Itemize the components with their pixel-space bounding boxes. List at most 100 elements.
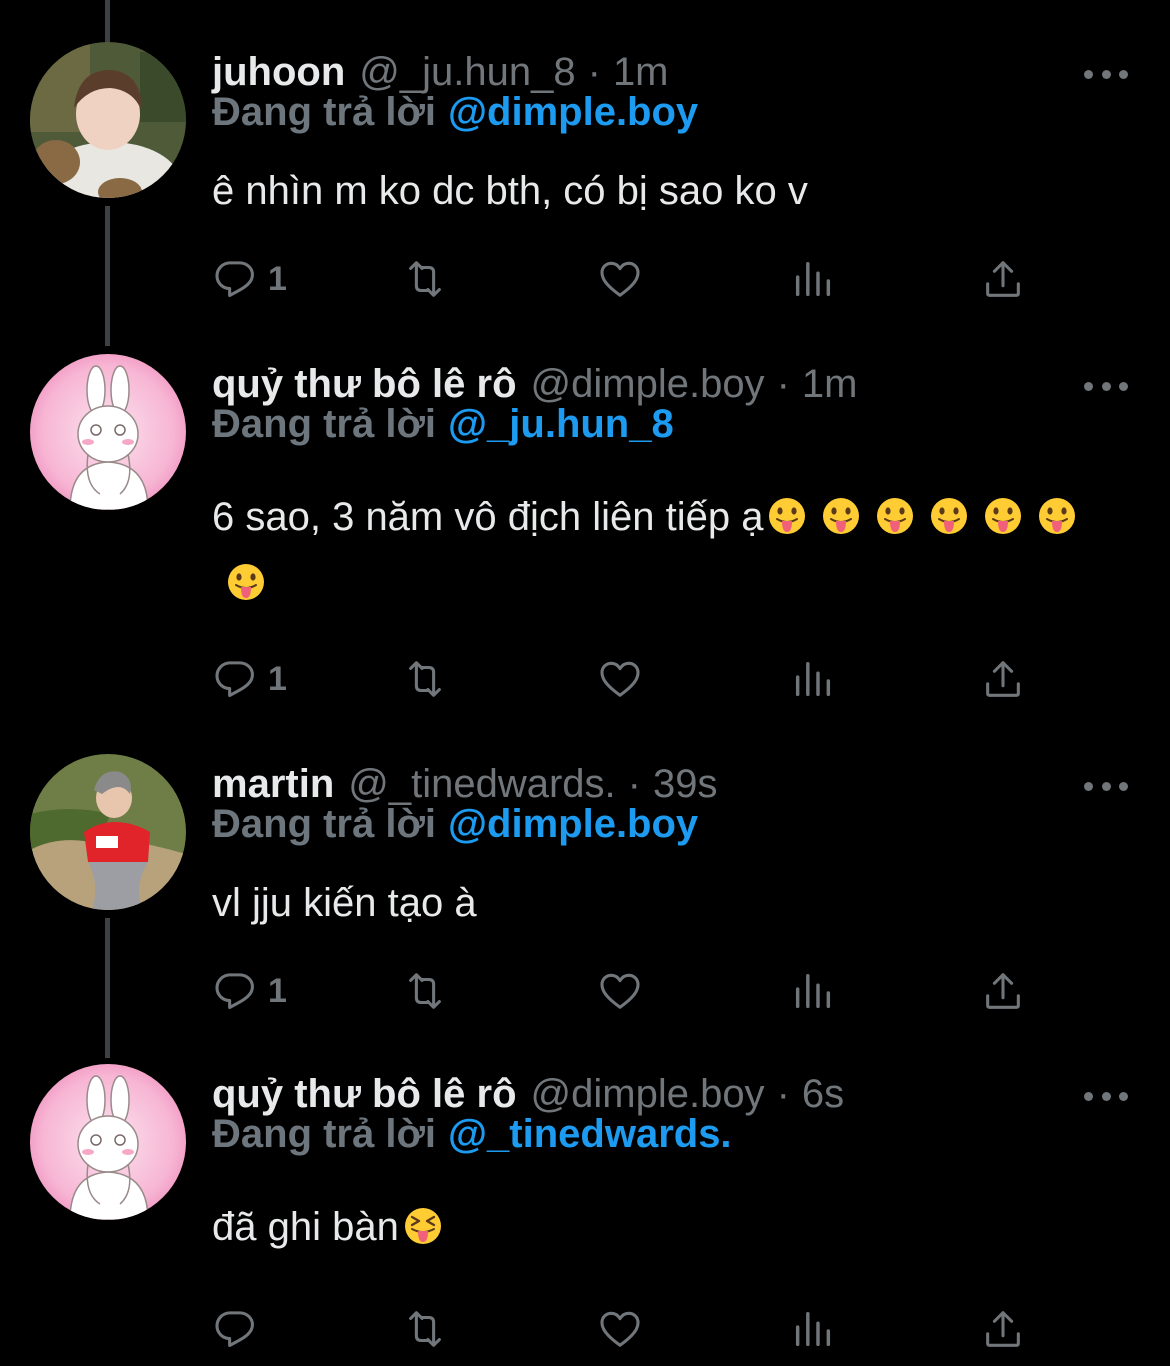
timestamp[interactable]: 1m xyxy=(613,50,669,95)
replying-to-label: Đang trả lời xyxy=(212,402,437,446)
avatar-martin xyxy=(30,754,186,910)
display-name[interactable]: juhoon xyxy=(212,50,345,95)
share-icon xyxy=(986,973,1020,1009)
separator-dot: · xyxy=(776,1071,790,1116)
avatar-bunny xyxy=(30,1064,186,1220)
reply-count: 1 xyxy=(268,971,287,1010)
retweet-button[interactable] xyxy=(402,1304,448,1354)
tweet-text: ê nhìn m ko dc bth, có bị sao ko v xyxy=(212,158,1122,224)
reply-button[interactable]: 1 xyxy=(212,966,287,1016)
display-name[interactable]: quỷ thư bô lê rô xyxy=(212,1072,517,1117)
heart-icon xyxy=(600,1311,640,1347)
like-button[interactable] xyxy=(597,254,643,304)
user-handle[interactable]: @_ju.hun_8 xyxy=(359,50,575,95)
thread-line xyxy=(105,206,110,346)
more-icon[interactable] xyxy=(1084,766,1128,806)
retweet-icon xyxy=(409,661,441,697)
separator-dot: · xyxy=(627,761,641,806)
views-button[interactable] xyxy=(790,254,836,304)
face-with-tongue-emoji xyxy=(1037,490,1077,534)
separator-dot: · xyxy=(587,49,601,94)
user-handle[interactable]: @dimple.boy xyxy=(531,1072,765,1117)
avatar[interactable] xyxy=(30,354,186,510)
share-button[interactable] xyxy=(980,1304,1026,1354)
share-button[interactable] xyxy=(980,966,1026,1016)
retweet-icon xyxy=(409,1311,441,1347)
reply-icon xyxy=(215,261,254,298)
timestamp[interactable]: 39s xyxy=(653,762,718,807)
replying-to: Đang trả lời @dimple.boy xyxy=(212,90,698,135)
share-button[interactable] xyxy=(980,254,1026,304)
like-button[interactable] xyxy=(597,1304,643,1354)
reply-count: 1 xyxy=(268,659,287,698)
share-icon xyxy=(986,1311,1020,1347)
retweet-button[interactable] xyxy=(402,654,448,704)
tweet-text: đã ghi bàn xyxy=(212,1194,1122,1260)
heart-icon xyxy=(600,973,640,1009)
replying-to: Đang trả lời @dimple.boy xyxy=(212,802,698,847)
replying-to-handle[interactable]: @dimple.boy xyxy=(448,90,698,134)
replying-to-label: Đang trả lời xyxy=(212,90,437,134)
face-with-tongue-emoji xyxy=(767,490,807,534)
user-handle[interactable]: @dimple.boy xyxy=(531,362,765,407)
tweet-actions xyxy=(212,1304,1042,1354)
avatar[interactable] xyxy=(30,754,186,910)
views-button[interactable] xyxy=(790,1304,836,1354)
reply-button[interactable]: 1 xyxy=(212,254,287,304)
reply-button[interactable] xyxy=(212,1304,268,1354)
views-button[interactable] xyxy=(790,654,836,704)
heart-icon xyxy=(600,261,640,297)
display-name[interactable]: quỷ thư bô lê rô xyxy=(212,362,517,407)
share-button[interactable] xyxy=(980,654,1026,704)
retweet-button[interactable] xyxy=(402,966,448,1016)
like-button[interactable] xyxy=(597,654,643,704)
face-with-tongue-emoji xyxy=(226,556,266,600)
avatar[interactable] xyxy=(30,42,186,198)
more-icon[interactable] xyxy=(1084,1076,1128,1116)
face-with-tongue-emoji xyxy=(929,490,969,534)
replying-to-handle[interactable]: @_tinedwards. xyxy=(448,1112,732,1156)
separator-dot: · xyxy=(776,361,790,406)
share-icon xyxy=(986,661,1020,697)
face-with-tongue-emoji xyxy=(821,490,861,534)
reply-icon xyxy=(215,661,254,698)
avatar[interactable] xyxy=(30,1064,186,1220)
retweet-icon xyxy=(409,973,441,1009)
replying-to-handle[interactable]: @dimple.boy xyxy=(448,802,698,846)
tweet-text: vl jju kiến tạo à xyxy=(212,870,1122,936)
tweet-actions: 1 xyxy=(212,966,1042,1016)
views-icon xyxy=(795,661,831,697)
thread-line xyxy=(105,918,110,1058)
face-with-tongue-emoji xyxy=(983,490,1023,534)
replying-to-handle[interactable]: @_ju.hun_8 xyxy=(448,402,674,446)
squinting-face-with-tongue-emoji xyxy=(403,1200,443,1244)
tweet-text-content: ê nhìn m ko dc bth, có bị sao ko v xyxy=(212,169,808,213)
avatar-bunny xyxy=(30,354,186,510)
replying-to: Đang trả lời @_ju.hun_8 xyxy=(212,402,674,447)
reply-button[interactable]: 1 xyxy=(212,654,287,704)
more-icon[interactable] xyxy=(1084,366,1128,406)
thread-line xyxy=(105,0,110,44)
replying-to: Đang trả lời @_tinedwards. xyxy=(212,1112,732,1157)
views-button[interactable] xyxy=(790,966,836,1016)
retweet-button[interactable] xyxy=(402,254,448,304)
like-button[interactable] xyxy=(597,966,643,1016)
views-icon xyxy=(795,973,831,1009)
retweet-icon xyxy=(409,261,441,297)
replying-to-label: Đang trả lời xyxy=(212,802,437,846)
emoji-group xyxy=(399,1205,443,1249)
share-icon xyxy=(986,261,1020,297)
more-icon[interactable] xyxy=(1084,54,1128,94)
display-name[interactable]: martin xyxy=(212,762,334,807)
user-handle[interactable]: @_tinedwards. xyxy=(348,762,615,807)
tweet-text-content: đã ghi bàn xyxy=(212,1205,399,1249)
face-with-tongue-emoji xyxy=(875,490,915,534)
tweet-text: 6 sao, 3 năm vô địch liên tiếp ạ xyxy=(212,484,1122,616)
views-icon xyxy=(795,1311,831,1347)
timestamp[interactable]: 1m xyxy=(802,362,858,407)
reply-icon xyxy=(215,973,254,1010)
views-icon xyxy=(795,261,831,297)
avatar-juhoon xyxy=(30,42,186,198)
reply-count: 1 xyxy=(268,259,287,298)
timestamp[interactable]: 6s xyxy=(802,1072,844,1117)
